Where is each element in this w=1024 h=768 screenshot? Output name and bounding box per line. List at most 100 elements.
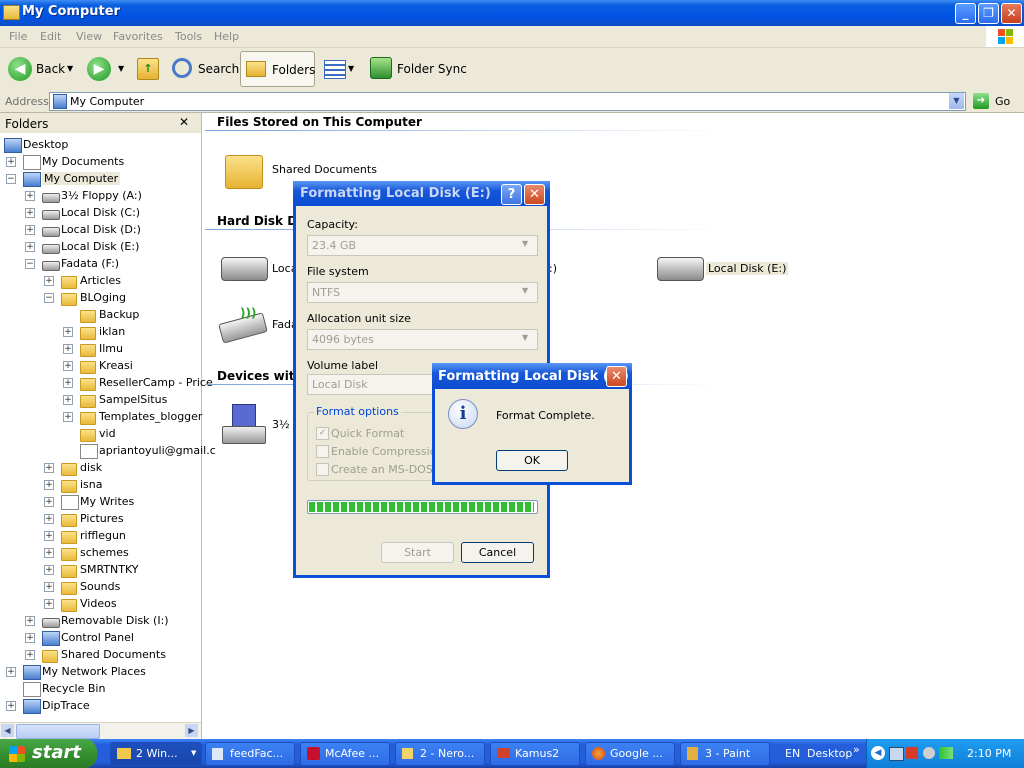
tree-item-bloging[interactable]: − BLOging [0,290,200,307]
tree-item-videos[interactable]: + Videos [0,596,200,613]
expand-icon[interactable]: + [6,667,16,677]
tree-item-schemes[interactable]: + schemes [0,545,200,562]
menu-tools[interactable]: Tools [175,30,202,43]
maximize-button[interactable]: ❐ [978,3,999,24]
search-button[interactable]: Search [198,62,239,76]
back-button[interactable]: Back [36,62,65,76]
expand-icon[interactable]: + [63,378,73,388]
tree-item-apriantoyuli-gmail-c[interactable]: apriantoyuli@gmail.c [0,443,216,460]
expand-icon[interactable]: + [63,327,73,337]
expand-icon[interactable]: + [25,633,35,643]
taskbar-item-paint[interactable]: 3 - Paint [680,742,770,766]
forward-arrow-icon[interactable]: ▶ [87,57,111,81]
taskbar-item-feedfac[interactable]: feedFac... [205,742,295,766]
tree-item-kreasi[interactable]: + Kreasi [0,358,200,375]
tree-item-resellercamp-price[interactable]: + ResellerCamp - Price [0,375,213,392]
allocation-select[interactable]: 4096 bytes ▼ [307,329,538,350]
tree-item-sampelsitus[interactable]: + SampelSitus [0,392,200,409]
tree-item-shared-documents[interactable]: + Shared Documents [0,647,200,664]
expand-icon[interactable]: + [25,242,35,252]
expand-icon[interactable]: + [25,650,35,660]
local-disk-d-label[interactable]: :) [549,262,557,275]
expand-icon[interactable]: + [63,412,73,422]
shared-documents-icon[interactable] [225,155,263,189]
tree-item-ilmu[interactable]: + Ilmu [0,341,200,358]
tree-item-sounds[interactable]: + Sounds [0,579,200,596]
network-icon[interactable] [889,747,904,761]
tree-item-3-floppy-a[interactable]: +3½ Floppy (A:) [0,188,200,205]
expand-icon[interactable]: + [25,616,35,626]
expand-icon[interactable]: + [25,225,35,235]
expand-icon[interactable]: + [63,344,73,354]
expand-icon[interactable]: + [44,582,54,592]
toolbar-chevron-icon[interactable]: » [853,743,860,756]
tree-item-recycle-bin[interactable]: Recycle Bin [0,681,200,698]
help-button[interactable]: ? [501,184,522,205]
collapse-icon[interactable]: − [6,174,16,184]
expand-icon[interactable]: + [6,701,16,711]
taskbar-item-firefox[interactable]: Google ... [585,742,675,766]
expand-icon[interactable]: + [44,599,54,609]
cancel-button[interactable]: Cancel [461,542,534,563]
tree-item-fadata-f[interactable]: − Fadata (F:) [0,256,200,273]
taskbar-item-nero[interactable]: 2 - Nero... [395,742,485,766]
tree-item-templates-blogger[interactable]: + Templates_blogger [0,409,202,426]
views-icon[interactable] [324,60,346,79]
close-icon[interactable]: ✕ [179,115,189,129]
tree-item-diptrace[interactable]: + DipTrace [0,698,200,715]
expand-icon[interactable]: + [44,514,54,524]
tree-item-my-network-places[interactable]: + My Network Places [0,664,200,681]
taskbar-item-kamus[interactable]: Kamus2 [490,742,580,766]
tree-item-control-panel[interactable]: + Control Panel [0,630,200,647]
tree-item-disk[interactable]: + disk [0,460,200,477]
expand-icon[interactable]: + [44,565,54,575]
expand-icon[interactable]: + [63,395,73,405]
go-button[interactable]: Go [995,95,1010,108]
back-arrow-icon[interactable]: ◀ [8,57,32,81]
folder-sync-button[interactable]: Folder Sync [397,62,467,76]
tree-item-pictures[interactable]: + Pictures [0,511,200,528]
tree-item-my-documents[interactable]: + My Documents [0,154,200,171]
up-folder-icon[interactable]: ↑ [137,58,159,80]
menu-help[interactable]: Help [214,30,239,43]
expand-icon[interactable]: + [25,191,35,201]
tree-item-backup[interactable]: Backup [0,307,200,324]
tray-expand-icon[interactable]: ◀ [871,746,885,760]
clock[interactable]: 2:10 PM [967,747,1011,760]
menu-edit[interactable]: Edit [40,30,61,43]
expand-icon[interactable]: + [44,463,54,473]
folder-sync-icon[interactable] [370,57,392,79]
speaker-icon[interactable] [923,747,935,759]
minimize-button[interactable]: _ [955,3,976,24]
expand-icon[interactable]: + [44,276,54,286]
capacity-select[interactable]: 23.4 GB ▼ [307,235,538,256]
local-disk-e-label[interactable]: Local Disk (E:) [706,262,789,275]
expand-icon[interactable]: + [44,497,54,507]
signal-icon[interactable] [939,747,953,759]
scroll-left-icon[interactable]: ◀ [1,724,14,737]
enable-compression-checkbox[interactable] [316,445,329,458]
language-indicator[interactable]: EN [785,747,800,760]
expand-icon[interactable]: + [25,208,35,218]
local-disk-e-icon[interactable] [657,257,704,281]
forward-dropdown-icon[interactable]: ▼ [118,64,124,73]
close-icon[interactable]: ✕ [606,366,627,387]
local-disk-c-icon[interactable] [221,257,268,281]
tree-item-local-disk-d[interactable]: + Local Disk (D:) [0,222,200,239]
horizontal-scrollbar[interactable]: ◀ ▶ [0,722,201,739]
close-icon[interactable]: ✕ [524,184,545,205]
security-icon[interactable] [906,747,918,759]
collapse-icon[interactable]: − [44,293,54,303]
tree-item-articles[interactable]: + Articles [0,273,200,290]
expand-icon[interactable]: + [63,361,73,371]
tree-item-local-disk-c[interactable]: + Local Disk (C:) [0,205,200,222]
format-complete-title-bar[interactable]: Formatting Local Disk (E:) ✕ [432,363,632,389]
address-dropdown-icon[interactable]: ▼ [949,93,964,109]
tree-item-my-computer[interactable]: − My Computer [0,171,200,188]
folders-button[interactable]: Folders [240,51,315,87]
file-system-select[interactable]: NTFS ▼ [307,282,538,303]
expand-icon[interactable]: + [44,531,54,541]
tree-item-iklan[interactable]: + iklan [0,324,200,341]
ok-button[interactable]: OK [496,450,568,471]
taskbar-item-mcafee[interactable]: McAfee ... [300,742,390,766]
